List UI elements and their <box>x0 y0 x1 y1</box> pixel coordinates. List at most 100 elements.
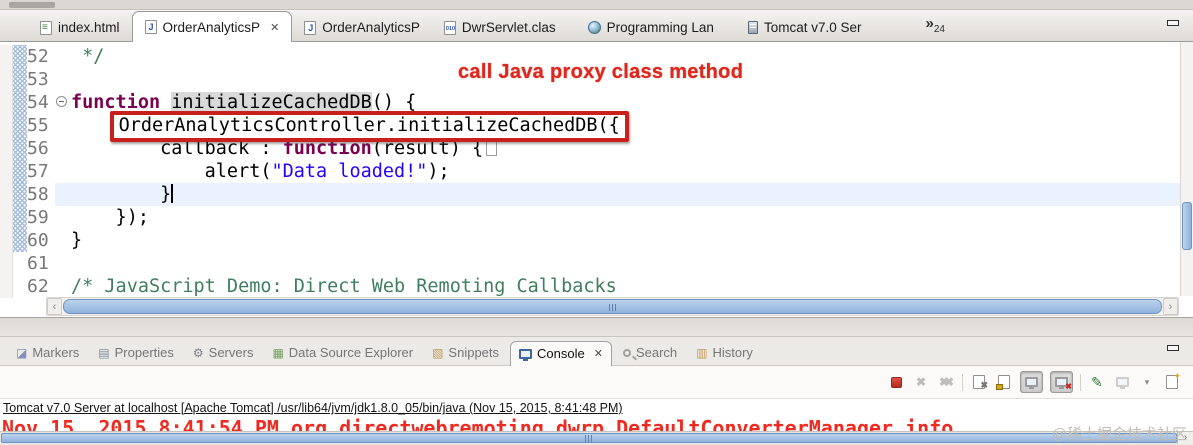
annotation-ruler[interactable] <box>0 137 13 160</box>
toolbar-drag-handle[interactable] <box>9 2 55 8</box>
close-icon[interactable]: ✕ <box>270 21 279 34</box>
history-icon: ▥ <box>696 345 708 360</box>
console-process-header[interactable]: Tomcat v7.0 Server at localhost [Apache … <box>0 399 1193 415</box>
remove-launch-button[interactable]: ✖ <box>912 371 930 393</box>
fold-column <box>55 275 71 298</box>
snippets-icon: ▧ <box>432 345 444 360</box>
code-text[interactable]: }); <box>71 206 1193 229</box>
code-text[interactable]: alert("Data loaded!"); <box>71 160 1193 183</box>
remove-all-terminated-button[interactable]: ✖✖ <box>937 371 955 393</box>
code-line-55: 55 OrderAnalyticsController.initializeCa… <box>0 111 1193 142</box>
scroll-lock-icon <box>996 375 1010 390</box>
js-file-icon <box>304 20 317 35</box>
display-console-icon <box>1115 377 1129 389</box>
tab-orderanalytics-active[interactable]: OrderAnalyticsP ✕ <box>131 11 293 42</box>
console-monitor-icon <box>519 348 533 361</box>
tab-label: OrderAnalyticsP <box>322 20 420 35</box>
properties-icon: ▤ <box>98 345 110 360</box>
annotation-ruler[interactable] <box>0 45 13 68</box>
console-toolbar: ✖ ✖✖ ✖ ✖ ✎ ▾ ✦ <box>0 365 1193 398</box>
annotation-ruler[interactable] <box>0 114 13 137</box>
code-editor[interactable]: call Java proxy class method 52 */ 53 54… <box>0 42 1193 317</box>
scroll-right-arrow-icon[interactable]: › <box>1177 432 1193 444</box>
tab-markers[interactable]: ◪ Markers <box>8 341 87 365</box>
servers-icon: ⚙ <box>192 345 204 360</box>
show-stderr-toggle[interactable]: ✖ <box>1050 371 1073 393</box>
fold-column <box>55 183 71 206</box>
line-number: 57 <box>27 161 49 182</box>
fold-collapse-icon[interactable] <box>56 96 67 107</box>
clear-console-button[interactable]: ✖ <box>970 371 988 393</box>
pin-console-button[interactable]: ✎ <box>1088 371 1106 393</box>
code-text[interactable]: /* JavaScript Demo: Direct Web Remoting … <box>71 275 1193 298</box>
console-dropdown-button[interactable]: ▾ <box>1138 371 1156 393</box>
fold-column <box>55 114 71 137</box>
terminate-button[interactable] <box>887 371 905 393</box>
annotation-ruler[interactable] <box>0 229 13 252</box>
markers-icon: ◪ <box>16 345 28 360</box>
eclipse-ide-window: index.html OrderAnalyticsP ✕ OrderAnalyt… <box>0 0 1193 445</box>
minimize-console-icon[interactable] <box>1167 345 1179 351</box>
quickdiff-marker <box>13 137 27 160</box>
tab-search[interactable]: Search <box>615 341 685 365</box>
current-line-highlight: } <box>55 183 1193 206</box>
editor-vertical-scrollbar[interactable] <box>1180 42 1193 296</box>
quickdiff-empty <box>13 252 27 275</box>
tab-index-html[interactable]: index.html <box>28 14 132 41</box>
tab-label: index.html <box>58 20 120 35</box>
tab-overflow-chevron[interactable]: »24 <box>925 15 944 41</box>
tab-snippets[interactable]: ▧ Snippets <box>424 341 507 365</box>
annotation-ruler[interactable] <box>0 275 13 298</box>
code-text[interactable]: } <box>71 183 1193 206</box>
annotation-ruler[interactable] <box>0 206 13 229</box>
annotation-ruler[interactable] <box>0 183 13 206</box>
tab-programming-lan[interactable]: Programming Lan <box>576 14 726 41</box>
vertical-scrollbar-thumb[interactable] <box>1182 202 1192 250</box>
tab-tomcat-server[interactable]: Tomcat v7.0 Ser <box>736 14 874 41</box>
close-icon[interactable]: ✕ <box>594 347 603 360</box>
toolbar-separator <box>962 373 963 391</box>
code-text[interactable] <box>71 68 1193 91</box>
tab-history[interactable]: ▥ History <box>688 341 761 365</box>
stdout-monitor-icon <box>1025 377 1038 389</box>
minimize-editor-icon[interactable] <box>1167 20 1179 26</box>
tab-console-active[interactable]: Console ✕ <box>510 341 612 366</box>
code-line-57: 57 alert("Data loaded!"); <box>0 160 1193 183</box>
open-console-button[interactable]: ✦ <box>1163 371 1181 393</box>
annotation-ruler[interactable] <box>0 252 13 275</box>
annotation-ruler[interactable] <box>0 160 13 183</box>
console-horizontal-scrollbar[interactable]: › <box>0 431 1193 444</box>
html-file-icon <box>40 20 52 35</box>
fold-column <box>55 137 71 160</box>
remove-launch-icon: ✖ <box>915 375 927 389</box>
annotation-ruler[interactable] <box>0 91 13 114</box>
code-text[interactable]: */ <box>71 45 1193 68</box>
tab-servers[interactable]: ⚙ Servers <box>185 341 262 365</box>
scroll-left-arrow-icon[interactable]: ‹ <box>47 298 62 315</box>
code-text[interactable] <box>71 252 1193 275</box>
annotation-ruler[interactable] <box>0 68 13 91</box>
editor-horizontal-scrollbar[interactable]: ‹ › <box>46 297 1179 316</box>
console-scrollbar-thumb[interactable] <box>1 433 1177 443</box>
show-stdout-toggle[interactable] <box>1020 371 1043 393</box>
horizontal-scrollbar-thumb[interactable] <box>63 299 1162 314</box>
fold-column <box>55 68 71 91</box>
scroll-right-arrow-icon[interactable]: › <box>1163 298 1178 315</box>
scroll-lock-button[interactable] <box>995 371 1013 393</box>
tab-data-source-explorer[interactable]: ▦ Data Source Explorer <box>264 341 421 365</box>
code-text[interactable]: } <box>71 229 1193 252</box>
code-line-59: 59 }); <box>0 206 1193 229</box>
line-number: 59 <box>27 207 49 228</box>
tab-properties[interactable]: ▤ Properties <box>90 341 182 365</box>
tab-dwrservlet[interactable]: DwrServlet.clas <box>432 14 568 41</box>
editor-console-splitter[interactable] <box>0 317 1193 337</box>
tab-orderanalytics-2[interactable]: OrderAnalyticsP <box>292 14 432 41</box>
display-selected-console-button[interactable] <box>1113 371 1131 393</box>
code-text[interactable]: OrderAnalyticsController.initializeCache… <box>71 111 1193 142</box>
terminate-icon <box>890 376 902 388</box>
toolbar-separator <box>1080 373 1081 391</box>
line-number: 56 <box>27 138 49 159</box>
red-highlight-box: OrderAnalyticsController.initializeCache… <box>109 111 629 142</box>
console-output[interactable]: Tomcat v7.0 Server at localhost [Apache … <box>0 398 1193 431</box>
fold-column <box>55 206 71 229</box>
